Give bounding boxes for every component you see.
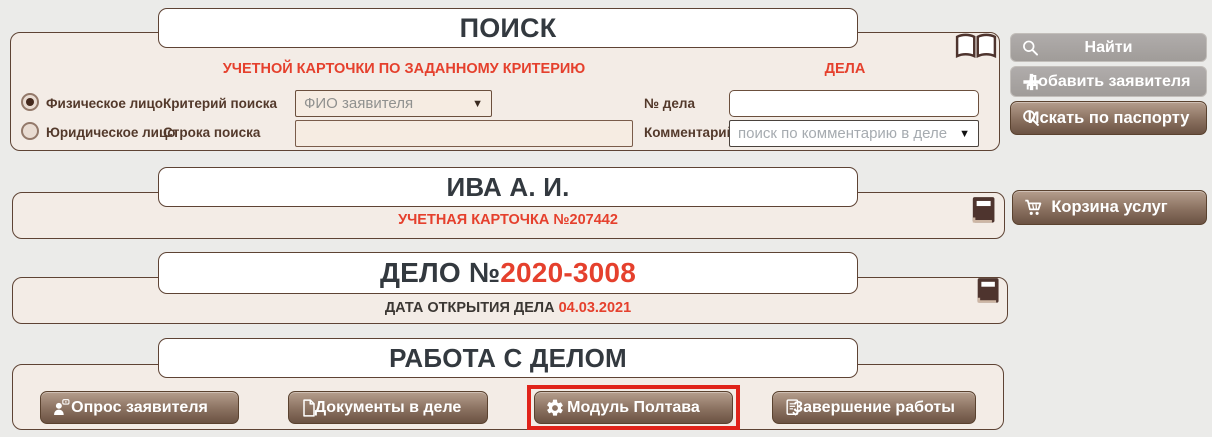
find-button-label: Найти [1085,39,1133,57]
module-poltava-label: Модуль Полтава [567,399,700,417]
search-subtitle: УЧЕТНОЙ КАРТОЧКИ ПО ЗАДАННОМУ КРИТЕРИЮ [168,61,640,77]
find-button[interactable]: Найти [1010,33,1207,62]
module-poltava-button[interactable]: Модуль Полтава [534,391,733,424]
document-check-icon [783,398,803,418]
person-icon [51,397,72,418]
gear-icon [545,398,565,418]
add-applicant-label: Добавить заявителя [1027,73,1191,91]
case-title-prefix: ДЕЛО № [380,257,500,289]
work-title-box: РАБОТА С ДЕЛОМ [158,338,858,378]
case-documents-button[interactable]: Документы в деле [288,391,488,424]
case-number-label: № дела [644,96,695,111]
search-title-box: ПОИСК [158,8,858,48]
case-documents-label: Документы в деле [315,399,462,417]
service-basket-button[interactable]: Корзина услуг [1012,190,1207,225]
case-number-input[interactable] [729,90,979,117]
plus-icon [1021,71,1042,92]
closed-book-icon[interactable] [974,276,1001,306]
finish-work-button[interactable]: Завершение работы [772,391,976,424]
search-icon [1021,38,1040,57]
card-subtitle: УЧЕТНАЯ КАРТОЧКА №207442 [158,212,858,228]
chevron-down-icon: ▼ [472,98,483,110]
case-date-label: ДАТА ОТКРЫТИЯ ДЕЛА [385,300,555,316]
app-root: ПОИСК УЧЕТНОЙ КАРТОЧКИ ПО ЗАДАННОМУ КРИТ… [0,0,1212,437]
card-title-box: ИВА А. И. [158,167,858,207]
search-subtitle-cases: ДЕЛА [800,61,890,77]
case-number: 2020-3008 [500,257,636,289]
interview-applicant-label: Опрос заявителя [71,399,208,417]
radio-physical-label: Физическое лицо [46,96,163,111]
comment-label: Комментарий [644,125,735,140]
case-title-box: ДЕЛО № 2020-3008 [158,252,858,294]
add-applicant-button[interactable]: Добавить заявителя [1010,66,1207,97]
query-input[interactable] [295,120,633,147]
search-by-passport-label: Искать по паспорту [1028,109,1190,128]
search-icon [1021,108,1041,128]
search-by-passport-button[interactable]: Искать по паспорту [1010,101,1207,135]
document-icon [299,398,319,418]
radio-legal-person[interactable] [21,122,39,140]
card-title: ИВА А. И. [446,172,569,203]
open-book-icon[interactable] [955,33,997,61]
cart-icon [1023,197,1045,219]
search-title: ПОИСК [460,13,557,44]
radio-physical-person[interactable] [21,93,39,111]
query-label: Строка поиска [163,125,260,140]
criteria-select-value: ФИО заявителя [304,95,413,112]
radio-legal-label: Юридическое лицо [46,125,176,140]
chevron-down-icon: ▼ [959,128,970,140]
case-date-value: 04.03.2021 [559,300,632,316]
comment-select-value: поиск по комментарию в деле [738,125,947,142]
criteria-select[interactable]: ФИО заявителя ▼ [295,90,492,117]
service-basket-label: Корзина услуг [1051,198,1167,217]
finish-work-label: Завершение работы [793,399,955,417]
case-date-subtitle: ДАТА ОТКРЫТИЯ ДЕЛА 04.03.2021 [158,300,858,316]
criteria-label: Критерий поиска [163,96,277,111]
work-title: РАБОТА С ДЕЛОМ [389,343,627,374]
interview-applicant-button[interactable]: Опрос заявителя [40,391,239,424]
closed-book-icon[interactable] [969,195,997,226]
comment-select[interactable]: поиск по комментарию в деле ▼ [729,120,979,147]
